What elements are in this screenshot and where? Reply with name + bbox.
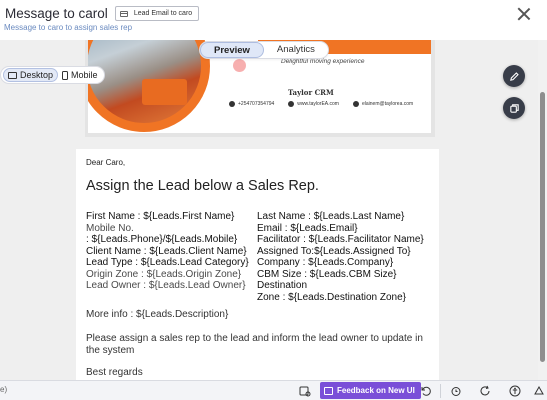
- alarm-clock-icon[interactable]: [449, 384, 463, 398]
- banner-contacts: +254707354794 www.taylorEA.com elainem@t…: [229, 101, 413, 107]
- cursor-indicator: [233, 59, 246, 72]
- dialog-subtitle: Message to caro to assign sales rep: [4, 23, 133, 32]
- mobile-label: Mobile: [71, 70, 98, 80]
- email-heading: Assign the Lead below a Sales Rep.: [86, 178, 319, 194]
- dialog-header: Message to carol Lead Email to caro Mess…: [0, 0, 547, 40]
- scrollbar-thumb[interactable]: [540, 92, 545, 362]
- email-instruction: Please assign a sales rep to the lead an…: [86, 333, 423, 356]
- desktop-button[interactable]: Desktop: [3, 68, 59, 82]
- field-line: Lead Type : ${Leads.Lead Category}: [86, 257, 249, 268]
- mobile-icon: [62, 70, 69, 80]
- view-toggle: Preview Analytics: [199, 41, 329, 59]
- more-info: More info : ${Leads.Description}: [86, 309, 229, 320]
- template-icon: [119, 10, 128, 17]
- field-line: Company : ${Leads.Company}: [257, 257, 394, 268]
- email-closing: Best regards: [86, 367, 143, 378]
- banner-tagline: Delightful moving experience: [281, 58, 365, 65]
- dialog-title: Message to carol: [5, 6, 108, 21]
- feedback-label: Feedback on New UI: [337, 386, 415, 395]
- feedback-icon: [324, 386, 333, 395]
- monitor-icon: [8, 71, 17, 79]
- toolbar-divider: [440, 384, 441, 398]
- template-tag-label: Lead Email to caro: [133, 10, 193, 17]
- template-tag[interactable]: Lead Email to caro: [114, 6, 200, 21]
- device-toggle: Desktop Mobile: [0, 66, 105, 84]
- banner-website: www.taylorEA.com: [297, 101, 339, 107]
- desktop-label: Desktop: [20, 70, 54, 80]
- field-line: Origin Zone : ${Leads.Origin Zone}: [86, 268, 242, 280]
- field-line: Mobile No.: [86, 222, 134, 234]
- right-fields: Last Name : ${Leads.Last Name} Email : $…: [257, 211, 435, 303]
- field-line: Client Name : ${Leads.Client Name}: [86, 245, 247, 257]
- field-line: Lead Owner : ${Leads.Lead Owner}: [86, 280, 246, 291]
- duplicate-button[interactable]: [503, 97, 525, 119]
- field-line: Last Name : ${Leads.Last Name}: [257, 211, 405, 222]
- banner-phone: +254707354794: [238, 101, 275, 107]
- banner-photo: [88, 40, 210, 132]
- accessibility-icon[interactable]: [508, 384, 522, 398]
- refresh-clock-icon[interactable]: [478, 384, 492, 398]
- email-body: Dear Caro, Assign the Lead below a Sales…: [76, 149, 439, 380]
- pencil-icon: [509, 71, 519, 81]
- assistant-icon[interactable]: [532, 384, 546, 398]
- field-line: : ${Leads.Phone}/${Leads.Mobile}: [86, 234, 238, 245]
- tab-preview[interactable]: Preview: [200, 42, 264, 58]
- history-icon[interactable]: [419, 384, 433, 398]
- mail-icon: [352, 101, 359, 107]
- field-line: Email : ${Leads.Email}: [257, 222, 358, 234]
- left-fields: First Name : ${Leads.First Name} Mobile …: [86, 211, 256, 292]
- mobile-button[interactable]: Mobile: [58, 68, 102, 82]
- copy-icon: [509, 103, 519, 113]
- close-icon[interactable]: [517, 7, 531, 21]
- toolbar-left-text: e): [0, 385, 8, 394]
- banner-email: elainem@taylorea.com: [361, 101, 414, 107]
- preview-stage: Delightful moving experience Taylor CRM …: [0, 40, 538, 380]
- tab-analytics[interactable]: Analytics: [264, 42, 328, 58]
- field-line: Destination: [257, 280, 308, 291]
- field-line: CBM Size : ${Leads.CBM Size}: [257, 268, 397, 280]
- field-line: Facilitator : ${Leads.Facilitator Name}: [257, 234, 424, 245]
- calendar-search-icon[interactable]: [298, 384, 312, 398]
- field-line: Assigned To:${Leads.Assigned To}: [257, 245, 411, 257]
- globe-icon: [288, 101, 295, 107]
- edit-button[interactable]: [503, 65, 525, 87]
- field-line: Zone : ${Leads.Destination Zone}: [257, 291, 406, 303]
- email-greeting: Dear Caro,: [86, 158, 126, 167]
- field-line: First Name : ${Leads.First Name}: [86, 211, 235, 222]
- truck-image: [142, 79, 187, 105]
- feedback-button[interactable]: Feedback on New UI: [320, 382, 421, 399]
- title-row: Message to carol Lead Email to caro: [5, 6, 200, 21]
- phone-icon: [229, 101, 235, 107]
- bottom-toolbar: e) Feedback on New UI: [0, 380, 547, 400]
- banner-brand: Taylor CRM: [288, 88, 334, 97]
